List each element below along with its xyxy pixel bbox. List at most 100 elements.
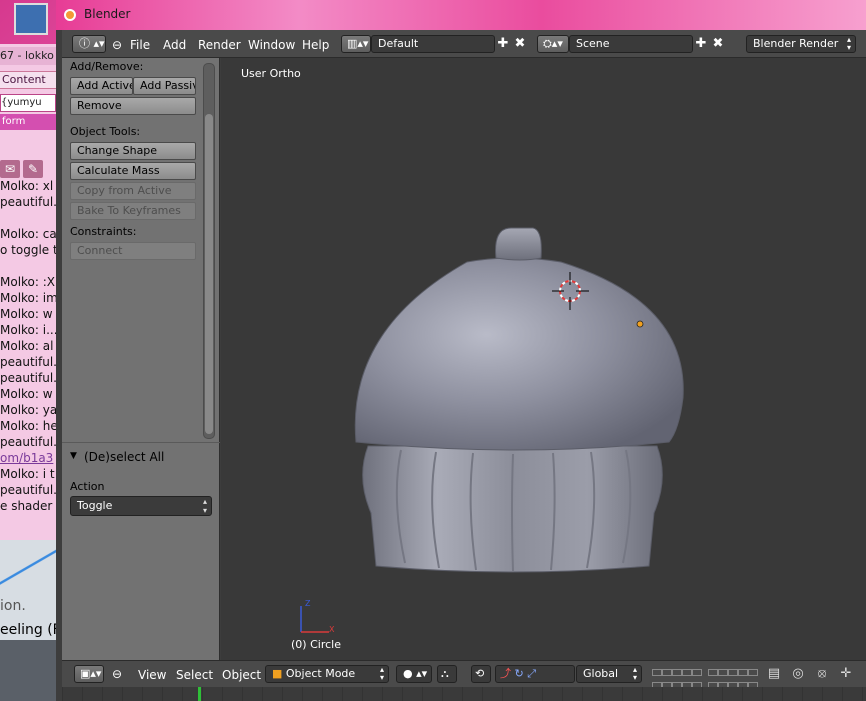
axis-gizmo-icon: Z X bbox=[300, 599, 335, 634]
scrollbar-thumb[interactable] bbox=[205, 114, 213, 434]
collapse-menu-icon[interactable]: ⊖ bbox=[112, 38, 122, 52]
viewport-shading-select[interactable]: ● ▴▾ bbox=[396, 665, 432, 683]
menu-file[interactable]: File bbox=[130, 38, 150, 52]
render-engine-select[interactable]: Blender Render ▴ ▾ bbox=[746, 35, 856, 53]
remove-button[interactable]: Remove bbox=[70, 97, 196, 115]
object-origin-icon[interactable] bbox=[636, 320, 644, 328]
menu-view[interactable]: View bbox=[138, 668, 166, 682]
chat-nick-field[interactable]: {yumyu bbox=[0, 94, 56, 112]
operator-panel-title[interactable]: (De)select All bbox=[84, 450, 164, 464]
menu-add[interactable]: Add bbox=[163, 38, 186, 52]
chat-lower-text-1: ion. bbox=[0, 598, 26, 614]
rotate-icon[interactable]: ↻ bbox=[515, 667, 524, 680]
panel-divider bbox=[62, 442, 220, 443]
remove-scene-icon[interactable]: ✖ bbox=[710, 36, 726, 52]
chat-window-title: 67 - lokko bbox=[0, 47, 56, 65]
chat-log-line: Molko: al bbox=[0, 339, 54, 353]
render-engine-label: Blender Render bbox=[753, 37, 839, 50]
svg-text:X: X bbox=[329, 625, 335, 634]
layout-browse-button[interactable]: ▥▴▾ bbox=[341, 35, 371, 53]
gift-icon[interactable]: ✉ bbox=[0, 160, 20, 178]
timeline-strip[interactable] bbox=[62, 687, 866, 701]
chat-log-line: Molko: :X bbox=[0, 275, 56, 289]
chat-log-line: Molko: im bbox=[0, 291, 56, 305]
updown-arrow-icon: ▴ ▾ bbox=[202, 497, 207, 515]
snap-target-icon[interactable]: ✛ bbox=[838, 666, 854, 682]
tag-icon[interactable]: ✎ bbox=[23, 160, 43, 178]
copy-from-active-button[interactable]: Copy from Active bbox=[70, 182, 196, 200]
viewport-canvas[interactable]: Z X + bbox=[221, 58, 866, 660]
menu-render[interactable]: Render bbox=[198, 38, 241, 52]
scene-browse-button[interactable]: ⛭▴▾ bbox=[537, 35, 569, 53]
app-icon[interactable] bbox=[14, 3, 48, 35]
remove-layout-icon[interactable]: ✖ bbox=[512, 36, 528, 52]
chat-image-preview bbox=[0, 540, 56, 600]
chat-log-line: om/b1a3 bbox=[0, 451, 54, 465]
chat-log-line bbox=[0, 210, 56, 226]
manipulator-icon: ⟲ bbox=[475, 667, 485, 680]
bake-to-keyframes-button[interactable]: Bake To Keyframes bbox=[70, 202, 196, 220]
add-scene-icon[interactable]: ✚ bbox=[693, 36, 709, 52]
connect-button[interactable]: Connect bbox=[70, 242, 196, 260]
updown-arrow-icon: ▴ ▾ bbox=[379, 665, 384, 682]
object-knob-mesh[interactable] bbox=[495, 227, 542, 261]
chat-tab[interactable]: Content bbox=[0, 71, 56, 89]
window-title: Blender bbox=[84, 7, 131, 21]
transform-orientation-select[interactable]: Global ▴ ▾ bbox=[576, 665, 642, 683]
scale-icon[interactable]: ⤢ bbox=[527, 667, 536, 680]
orientation-label: Global bbox=[583, 667, 619, 680]
mode-select[interactable]: ■ Object Mode ▴ ▾ bbox=[265, 665, 389, 683]
updown-arrow-icon: ▴ ▾ bbox=[632, 665, 637, 682]
chat-log-line: Molko: w bbox=[0, 387, 53, 401]
manipulator-modes[interactable]: ⤴ ↻ ⤢ bbox=[495, 665, 575, 683]
chat-log-line: e shader bbox=[0, 499, 53, 513]
calculate-mass-button[interactable]: Calculate Mass bbox=[70, 162, 196, 180]
translate-icon[interactable]: ⤴ bbox=[500, 667, 511, 680]
lock-layers-icon[interactable]: ▤ bbox=[766, 666, 782, 682]
chat-lower-panel: ion. eeling (F bbox=[0, 540, 56, 701]
add-remove-label: Add/Remove: bbox=[70, 60, 144, 73]
chat-log-line: Molko: he bbox=[0, 419, 56, 433]
layout-name-field[interactable]: Default bbox=[371, 35, 495, 53]
scene-name-field[interactable]: Scene bbox=[569, 35, 693, 53]
object-base-mesh[interactable] bbox=[362, 445, 663, 573]
editor-type-button[interactable]: ⓘ ▴▾ bbox=[72, 35, 106, 53]
updown-arrow-icon: ▴ ▾ bbox=[846, 35, 851, 52]
menu-window[interactable]: Window bbox=[248, 38, 295, 52]
collapse-triangle-icon[interactable]: ▼ bbox=[70, 451, 77, 461]
object-mode-icon: ■ bbox=[272, 667, 286, 680]
mode-label: Object Mode bbox=[285, 667, 356, 680]
current-frame-marker[interactable] bbox=[198, 687, 201, 701]
add-active-button[interactable]: Add Active bbox=[70, 77, 133, 95]
action-value: Toggle bbox=[77, 499, 113, 512]
editor-type-button[interactable]: ▣▴▾ bbox=[74, 665, 104, 683]
chat-toolbar: ✉ ✎ bbox=[0, 160, 56, 180]
change-shape-button[interactable]: Change Shape bbox=[70, 142, 196, 160]
menu-select[interactable]: Select bbox=[176, 668, 213, 682]
window-titlebar[interactable]: Blender bbox=[56, 0, 866, 30]
chat-log-line: peautiful.e bbox=[0, 435, 56, 449]
3d-view-header: ▣▴▾ ⊖ View Select Object ■ Object Mode ▴ ▾… bbox=[62, 660, 866, 689]
chat-log-line: Molko: i t bbox=[0, 467, 55, 481]
chat-log-line: peautiful.e bbox=[0, 371, 56, 385]
action-label: Action bbox=[70, 480, 105, 493]
snap-icon[interactable]: ⦻ bbox=[814, 666, 830, 682]
3d-viewport[interactable]: User Ortho Z X (0) Circle bbox=[221, 58, 866, 660]
proportional-edit-icon[interactable]: ◎ bbox=[790, 666, 806, 682]
pivot-point-select[interactable]: ⛬ bbox=[437, 665, 457, 683]
layout-icon: ▥▴▾ bbox=[347, 37, 369, 50]
chat-log-line: Molko: ya bbox=[0, 403, 56, 417]
chat-dark-area bbox=[0, 640, 56, 701]
info-header: ⓘ ▴▾ ⊖ File Add Render Window Help ▥▴▾ D… bbox=[62, 30, 866, 58]
action-select[interactable]: Toggle ▴ ▾ bbox=[70, 496, 212, 516]
menu-object[interactable]: Object bbox=[222, 668, 261, 682]
object-name-label: (0) Circle bbox=[291, 638, 341, 651]
add-layout-icon[interactable]: ✚ bbox=[495, 36, 511, 52]
collapse-menu-icon[interactable]: ⊖ bbox=[112, 667, 122, 681]
menu-help[interactable]: Help bbox=[302, 38, 329, 52]
manipulator-toggle[interactable]: ⟲ bbox=[471, 665, 491, 683]
add-passive-button[interactable]: Add Passiv bbox=[133, 77, 196, 95]
shelf-scrollbar[interactable] bbox=[203, 63, 215, 439]
chat-log-line: Molko: xl bbox=[0, 179, 54, 193]
object-dome-mesh[interactable] bbox=[354, 257, 684, 451]
